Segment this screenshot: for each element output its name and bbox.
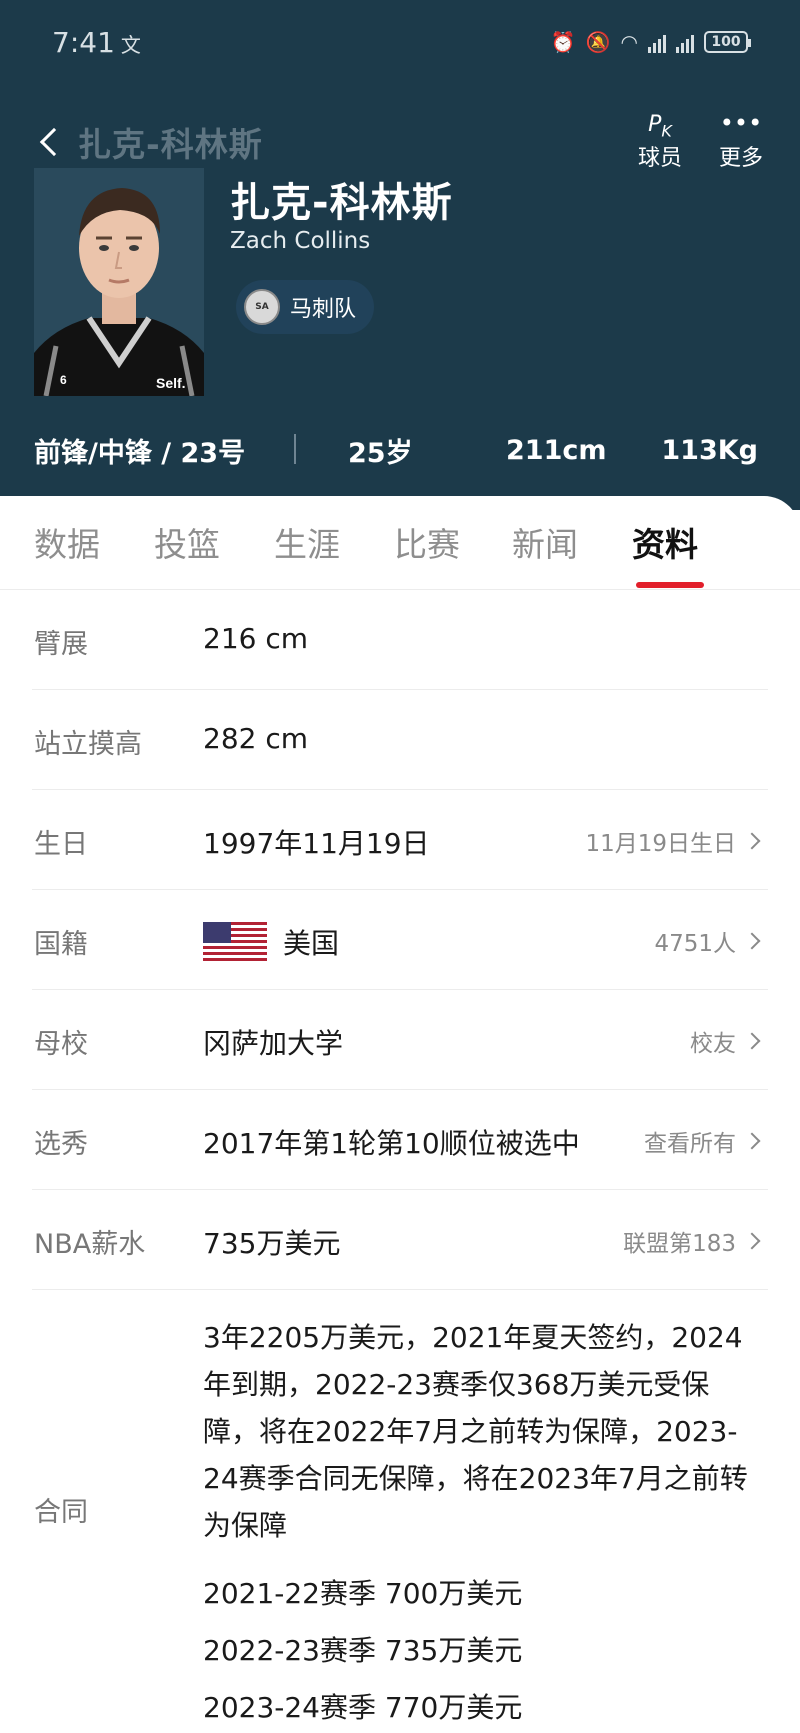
player-avatar: 6 Self. [34, 168, 204, 396]
wifi-icon: ◠ [620, 30, 638, 54]
info-value: 735万美元 [203, 1227, 341, 1260]
info-key: 臂展 [34, 629, 88, 660]
chevron-right-icon [743, 1032, 761, 1050]
contract-details: 3年2205万美元，2021年夏天签约，2024年到期，2022-23赛季仅36… [203, 1321, 748, 1542]
jersey-sponsor: Self. [156, 375, 186, 391]
info-key: 生日 [34, 829, 88, 860]
alumni-link[interactable]: 校友 [690, 1024, 762, 1058]
jersey-number: 6 [60, 373, 67, 387]
tab-career[interactable]: 生涯 [274, 518, 340, 566]
spurs-logo-icon: SA [244, 289, 280, 325]
info-extra: 11月19日生日 [585, 831, 736, 857]
birthday-link[interactable]: 11月19日生日 [585, 824, 762, 858]
battery-icon: 100 [704, 31, 751, 53]
info-value: 216 cm [203, 622, 309, 655]
weight: 113Kg [661, 434, 758, 466]
nationality-link[interactable]: 4751人 [654, 924, 762, 958]
player-header: 7:41 文 ⏰ 🔕 ◠ 100 扎克-科林斯 PK 球员 ••• 更多 6 S… [0, 0, 800, 510]
info-row-contract: 合同 3年2205万美元，2021年夏天签约，2024年到期，2022-23赛季… [32, 1290, 768, 1542]
info-extra: 4751人 [654, 931, 736, 957]
info-value-wrap: 美国 [203, 922, 339, 965]
tab-games[interactable]: 比赛 [394, 518, 460, 566]
info-row-salary[interactable]: NBA薪水 735万美元 联盟第183 [32, 1190, 768, 1290]
info-key: 合同 [34, 1497, 88, 1528]
info-value: 美国 [283, 927, 340, 960]
info-extra: 校友 [690, 1031, 736, 1057]
status-icons: ⏰ 🔕 ◠ 100 [550, 30, 751, 54]
chevron-left-icon [39, 127, 69, 157]
status-time-suffix: 文 [120, 33, 141, 57]
info-value: 282 cm [203, 722, 309, 755]
contract-year-item: 2023-24赛季 770万美元 [203, 1691, 523, 1724]
contract-year-item: 2021-22赛季 700万美元 [203, 1577, 523, 1610]
tab-news[interactable]: 新闻 [512, 518, 578, 566]
chevron-right-icon [743, 932, 761, 950]
info-key: 母校 [34, 1029, 88, 1060]
info-row-college[interactable]: 母校 冈萨加大学 校友 [32, 990, 768, 1090]
more-label: 更多 [718, 146, 763, 171]
chevron-right-icon [743, 832, 761, 850]
info-row-birthday[interactable]: 生日 1997年11月19日 11月19日生日 [32, 790, 768, 890]
us-flag-icon [203, 922, 267, 962]
position-number: 前锋/中锋 / 23号 [34, 437, 246, 469]
profile-info-list: 臂展 216 cm 站立摸高 282 cm 生日 1997年11月19日 11月… [0, 590, 800, 1542]
more-button[interactable]: ••• 更多 [706, 106, 776, 172]
height: 211cm [506, 434, 607, 466]
player-name-en: Zach Collins [230, 228, 371, 254]
signal-2g-icon [676, 31, 694, 53]
tab-bar: 数据 投篮 生涯 比赛 新闻 资料 [0, 496, 800, 590]
summary-divider [294, 434, 296, 464]
chevron-right-icon [743, 1232, 761, 1250]
team-chip[interactable]: SA 马刺队 [236, 280, 375, 334]
status-time-text: 7:41 [52, 26, 115, 59]
info-key: 站立摸高 [34, 729, 142, 760]
battery-level: 100 [711, 34, 741, 50]
compare-player-button[interactable]: PK 球员 [625, 106, 695, 172]
mute-icon: 🔕 [585, 30, 611, 54]
tab-profile[interactable]: 资料 [632, 518, 698, 566]
more-icon: ••• [719, 109, 763, 137]
status-time: 7:41 文 [52, 26, 141, 59]
info-row-nationality[interactable]: 国籍 美国 4751人 [32, 890, 768, 990]
nav-title: 扎克-科林斯 [78, 125, 263, 164]
player-name-cn: 扎克-科林斯 [230, 180, 453, 226]
info-extra: 联盟第183 [623, 1231, 736, 1257]
back-button[interactable]: 扎克-科林斯 [38, 118, 263, 166]
alarm-icon: ⏰ [550, 30, 576, 54]
draft-view-all-link[interactable]: 查看所有 [644, 1124, 762, 1158]
info-key: 选秀 [34, 1129, 88, 1160]
age: 25岁 [348, 437, 413, 469]
status-bar: 7:41 文 ⏰ 🔕 ◠ 100 [0, 0, 800, 90]
tab-stats[interactable]: 数据 [34, 518, 100, 566]
info-key: NBA薪水 [34, 1229, 146, 1260]
contract-year-item: 2022-23赛季 735万美元 [203, 1634, 523, 1667]
info-extra: 查看所有 [644, 1131, 736, 1157]
info-key: 国籍 [34, 929, 88, 960]
compare-player-label: 球员 [637, 146, 682, 171]
info-value: 冈萨加大学 [203, 1027, 344, 1060]
pk-icon: PK [648, 112, 672, 141]
info-value: 1997年11月19日 [203, 827, 430, 860]
chevron-right-icon [743, 1132, 761, 1150]
salary-rank-link[interactable]: 联盟第183 [623, 1224, 762, 1258]
team-name: 马刺队 [290, 297, 357, 322]
info-row-standing-reach: 站立摸高 282 cm [32, 690, 768, 790]
info-row-wingspan: 臂展 216 cm [32, 590, 768, 690]
player-summary: 前锋/中锋 / 23号 25岁 211cm 113Kg [0, 420, 800, 480]
info-value: 2017年第1轮第10顺位被选中 [203, 1127, 580, 1160]
active-tab-indicator [636, 582, 704, 588]
info-row-draft[interactable]: 选秀 2017年第1轮第10顺位被选中 查看所有 [32, 1090, 768, 1190]
contract-year-list: 2021-22赛季 700万美元 2022-23赛季 735万美元 2023-2… [203, 1565, 522, 1733]
signal-4g-icon [648, 31, 666, 53]
tab-shooting[interactable]: 投篮 [154, 518, 220, 566]
